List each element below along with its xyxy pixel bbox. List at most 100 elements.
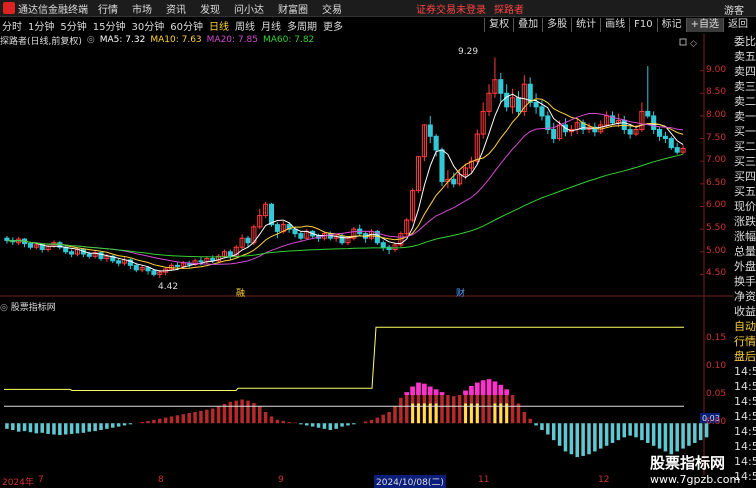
indicator-tick-label: 0.15 — [706, 332, 727, 343]
menubar: 通达信金融终端 行情 市场 资讯 发现 问小达 财富圈 交易 证券交易未登录 探… — [0, 0, 756, 17]
right-panel-item[interactable]: 买四 — [734, 169, 756, 184]
max-price-label: 9.29 — [458, 47, 478, 57]
ma-line — [6, 93, 684, 272]
login-user[interactable]: 探路者 — [494, 1, 524, 16]
tool-draw[interactable]: 画线 — [600, 18, 629, 32]
tool-multi-stock[interactable]: 多股 — [542, 18, 571, 32]
right-panel-item[interactable]: 14:50 — [734, 364, 756, 379]
period-60min[interactable]: 60分钟 — [170, 18, 203, 33]
period-daily[interactable]: 日线 — [209, 18, 229, 33]
right-panel-item[interactable]: 卖一 — [734, 109, 756, 124]
period-weekly[interactable]: 周线 — [235, 18, 255, 33]
right-panel-item[interactable]: 卖三 — [734, 79, 756, 94]
indicator-name[interactable]: 股票指标网 — [11, 303, 56, 313]
right-panel: 委比 卖五 卖四 卖三 卖二 卖一 买一 买二 买三 买四 买五 现价 涨跌 涨幅 总量 外盘 换手 净资 收益 自动… — [734, 34, 756, 488]
right-panel-item[interactable]: 买一 — [734, 124, 756, 139]
right-panel-item[interactable]: 总量 — [734, 244, 756, 259]
login-warning[interactable]: 证券交易未登录 — [416, 1, 486, 16]
right-panel-item[interactable]: 委比 — [734, 34, 756, 49]
tool-adjust[interactable]: 复权 — [484, 18, 513, 32]
menu-market[interactable]: 行情 — [98, 1, 118, 16]
zoom-icon[interactable]: ◇ — [679, 38, 697, 49]
period-tick[interactable]: 分时 — [2, 18, 22, 33]
ma-line — [6, 112, 684, 266]
indicator-tick-label: 0.00 — [706, 417, 727, 428]
watermark-url: www.7gpzb.com — [650, 473, 741, 486]
marker-cai[interactable]: 财 — [456, 287, 465, 299]
candle-body — [145, 267, 151, 272]
candle-body — [69, 251, 75, 255]
menu-discover[interactable]: 发现 — [200, 1, 220, 16]
period-toolbar: 分时 1分钟 5分钟 15分钟 30分钟 60分钟 日线 周线 月线 多周期 更… — [0, 17, 756, 33]
tool-mark[interactable]: 标记 — [656, 18, 686, 32]
candle-body — [116, 260, 122, 264]
menu-wealth[interactable]: 财富圈 — [278, 1, 308, 16]
right-panel-item[interactable]: 14:50 — [734, 379, 756, 394]
right-panel-item[interactable]: 收益 — [734, 304, 756, 319]
tool-add-watchlist[interactable]: +自选 — [685, 18, 723, 32]
candle-body — [504, 92, 510, 108]
period-15min[interactable]: 15分钟 — [93, 18, 126, 33]
right-panel-item[interactable]: 盘后 — [734, 349, 756, 364]
indicator-info: ◎ 股票指标网 — [0, 300, 56, 313]
candle-body — [198, 260, 204, 263]
kline-chart[interactable]: 9.29 4.42 融 财 ◇ 0.03 — [0, 34, 734, 475]
right-panel-item[interactable]: 买二 — [734, 139, 756, 154]
period-30min[interactable]: 30分钟 — [131, 18, 164, 33]
tool-back[interactable]: 返回 — [723, 18, 752, 32]
date-axis: 2024年 7 8 9 2024/10/08(二) 11 12 — [0, 475, 714, 488]
tool-stats[interactable]: 统计 — [571, 18, 600, 32]
period-more[interactable]: 更多 — [323, 18, 343, 33]
indicator-tick-label: 0.05 — [706, 389, 727, 399]
indicator-tick-label: 0.10 — [706, 360, 727, 371]
right-panel-item[interactable]: 换手 — [734, 274, 756, 289]
right-panel-item[interactable]: 买三 — [734, 154, 756, 169]
candle-body — [439, 149, 445, 183]
candle-body — [662, 135, 668, 140]
right-panel-item[interactable]: 涨幅 — [734, 229, 756, 244]
right-panel-item[interactable]: 自动 — [734, 319, 756, 334]
candle-body — [674, 147, 680, 153]
candle-body — [298, 233, 304, 239]
candle-body — [245, 237, 251, 244]
svg-text:◇: ◇ — [690, 39, 697, 49]
menu-news[interactable]: 资讯 — [166, 1, 186, 16]
date-year: 2024年 — [2, 478, 34, 488]
period-monthly[interactable]: 月线 — [261, 18, 281, 33]
right-panel-item[interactable]: 涨跌 — [734, 214, 756, 229]
right-panel-item[interactable]: 现价 — [734, 199, 756, 214]
menu-trade[interactable]: 交易 — [322, 1, 342, 16]
menu-market2[interactable]: 市场 — [132, 1, 152, 16]
period-5min[interactable]: 5分钟 — [60, 18, 86, 33]
right-panel-item[interactable]: 14:50 — [734, 409, 756, 424]
tool-overlay[interactable]: 叠加 — [513, 18, 542, 32]
tool-f10[interactable]: F10 — [629, 18, 656, 32]
right-panel-item[interactable]: 卖四 — [734, 64, 756, 79]
right-panel-item[interactable]: 买五 — [734, 184, 756, 199]
price-tick-label: 8.50 — [706, 87, 727, 98]
guest-label[interactable]: 游客 — [724, 2, 744, 17]
marker-rong[interactable]: 融 — [236, 288, 245, 299]
period-1min[interactable]: 1分钟 — [28, 18, 54, 33]
right-panel-item[interactable]: 净资 — [734, 289, 756, 304]
candle-body — [498, 79, 504, 94]
right-panel-item[interactable]: 卖二 — [734, 94, 756, 109]
tool-group: 复权 叠加 多股 统计 画线 F10 标记 +自选 返回 — [484, 17, 752, 33]
candle-body — [515, 97, 521, 112]
right-panel-item[interactable]: 外盘 — [734, 259, 756, 274]
right-panel-item[interactable]: 14:50 — [734, 394, 756, 409]
watermark-title: 股票指标网 — [650, 454, 726, 472]
right-panel-item[interactable]: 14:50 — [734, 424, 756, 439]
candle-body — [227, 251, 233, 257]
menu-ask[interactable]: 问小达 — [234, 1, 264, 16]
price-tick-label: 5.50 — [706, 223, 727, 234]
indicator-settings-icon[interactable]: ◎ — [0, 303, 8, 313]
indicator-axis: 0.15 0.10 0.05 0.00 — [706, 300, 734, 475]
right-panel-item[interactable]: 卖五 — [734, 49, 756, 64]
candle-body — [539, 106, 545, 117]
period-multi[interactable]: 多周期 — [287, 18, 317, 33]
candle-body — [380, 242, 386, 248]
candle-body — [174, 264, 180, 267]
price-tick-label: 7.50 — [706, 132, 727, 143]
right-panel-item[interactable]: 行情 — [734, 334, 756, 349]
